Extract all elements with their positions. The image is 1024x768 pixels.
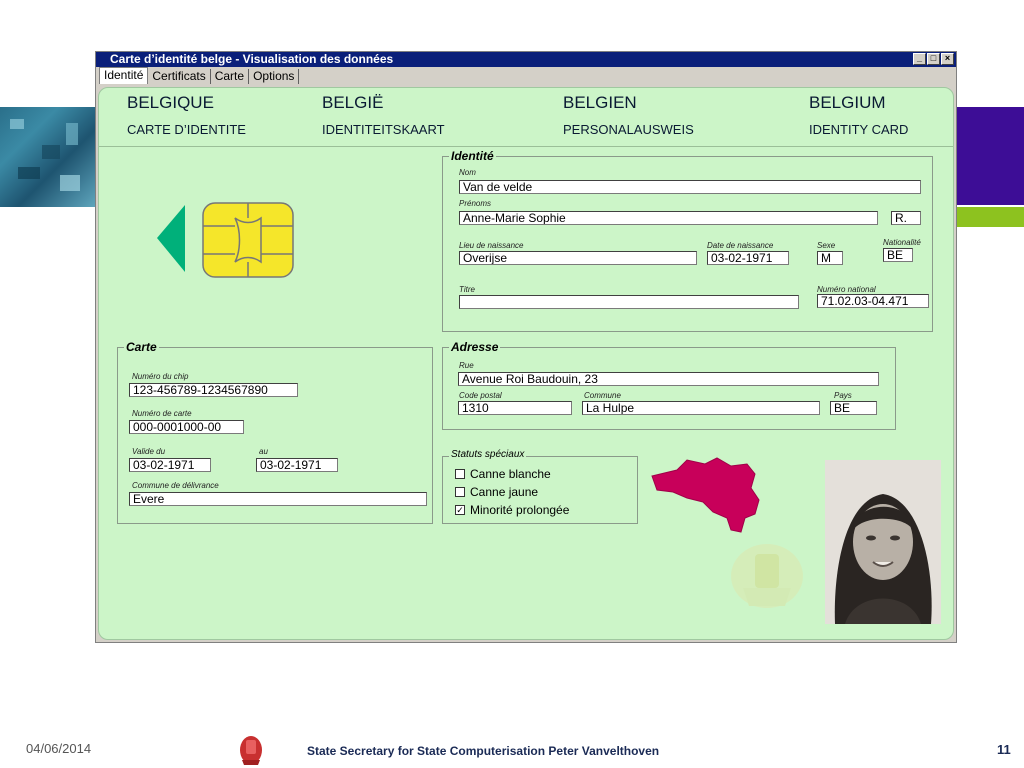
tab-certificats[interactable]: Certificats xyxy=(148,69,211,84)
tab-carte[interactable]: Carte xyxy=(211,69,250,84)
card-title-fr: CARTE D’IDENTITE xyxy=(127,122,246,137)
commune-delivrance-field[interactable]: Evere xyxy=(129,492,427,506)
chip-field[interactable]: 123-456789-1234567890 xyxy=(129,383,298,397)
numero-national-label: Numéro national xyxy=(817,285,876,294)
prenoms-field[interactable]: Anne-Marie Sophie xyxy=(459,211,878,225)
nom-label: Nom xyxy=(459,168,476,177)
valide-du-field[interactable]: 03-02-1971 xyxy=(129,458,211,472)
belgium-map-icon xyxy=(651,457,803,608)
chip-label: Numéro du chip xyxy=(132,372,189,381)
canne-blanche-label: Canne blanche xyxy=(470,467,551,481)
card-title-de: PERSONALAUSWEIS xyxy=(563,122,694,137)
pays-label: Pays xyxy=(834,391,852,400)
code-postal-label: Code postal xyxy=(459,391,502,400)
maximize-button[interactable]: □ xyxy=(927,53,940,65)
numero-carte-field[interactable]: 000-0001000-00 xyxy=(129,420,244,434)
card-title-en: IDENTITY CARD xyxy=(809,122,909,137)
canne-jaune-label: Canne jaune xyxy=(470,485,539,499)
commune-delivrance-label: Commune de délivrance xyxy=(132,481,219,490)
canne-blanche-option[interactable]: Canne blanche xyxy=(455,467,551,481)
canne-jaune-checkbox[interactable] xyxy=(455,487,465,497)
country-en: BELGIUM xyxy=(809,93,886,112)
identite-legend: Identité xyxy=(449,149,496,163)
au-label: au xyxy=(259,447,268,456)
code-postal-field[interactable]: 1310 xyxy=(458,401,572,415)
arrow-left-icon xyxy=(157,205,185,272)
belgian-crest-icon xyxy=(240,736,262,765)
page-number: 11 xyxy=(997,742,1011,757)
titre-label: Titre xyxy=(459,285,475,294)
country-nl: BELGIË xyxy=(322,93,384,112)
close-button[interactable]: × xyxy=(941,53,954,65)
nationalite-label: Nationalité xyxy=(883,238,921,247)
id-photo xyxy=(825,460,941,624)
country-fr: BELGIQUE xyxy=(127,93,214,112)
date-label: Date de naissance xyxy=(707,241,774,250)
carte-legend: Carte xyxy=(124,340,159,354)
rue-label: Rue xyxy=(459,361,474,370)
pays-field[interactable]: BE xyxy=(830,401,877,415)
country-de: BELGIEN xyxy=(563,93,637,112)
carte-group: Carte Numéro du chip 123-456789-12345678… xyxy=(117,340,433,524)
nationalite-field[interactable]: BE xyxy=(883,248,913,262)
card-title-nl: IDENTITEITSKAART xyxy=(322,122,445,137)
nom-field[interactable]: Van de velde xyxy=(459,180,921,194)
sexe-label: Sexe xyxy=(817,241,836,250)
tab-options[interactable]: Options xyxy=(249,69,300,84)
canne-jaune-option[interactable]: Canne jaune xyxy=(455,485,538,499)
footer-date: 04/06/2014 xyxy=(26,741,92,756)
decorative-purple-block xyxy=(957,107,1024,205)
lieu-label: Lieu de naissance xyxy=(459,241,524,250)
adresse-legend: Adresse xyxy=(449,340,501,354)
chip-icon xyxy=(157,202,294,278)
tab-bar: Identité Certificats Carte Options xyxy=(96,67,956,84)
valide-du-label: Valide du xyxy=(132,447,166,456)
prenoms-label: Prénoms xyxy=(459,199,492,208)
id-card-panel: BELGIQUE CARTE D’IDENTITE BELGIË IDENTIT… xyxy=(98,87,954,640)
minorite-prolongee-checkbox[interactable]: ✓ xyxy=(455,505,465,515)
decorative-chip-photo xyxy=(0,107,96,207)
canne-blanche-checkbox[interactable] xyxy=(455,469,465,479)
initiale-field[interactable]: R. xyxy=(891,211,921,225)
adresse-group: Adresse Rue Avenue Roi Baudouin, 23 Code… xyxy=(442,340,896,430)
minorite-prolongee-label: Minorité prolongée xyxy=(470,503,570,517)
sexe-field[interactable]: M xyxy=(817,251,843,265)
title-bar: Carte d’identité belge - Visualisation d… xyxy=(96,52,956,67)
minimize-button[interactable]: _ xyxy=(913,53,926,65)
numero-carte-label: Numéro de carte xyxy=(132,409,192,418)
identite-group: Identité Nom Van de velde Prénoms Anne-M… xyxy=(442,149,933,332)
app-window: Carte d’identité belge - Visualisation d… xyxy=(95,51,957,643)
decorative-green-bar xyxy=(957,207,1024,227)
commune-field[interactable]: La Hulpe xyxy=(582,401,820,415)
header-divider xyxy=(99,146,953,147)
date-field[interactable]: 03-02-1971 xyxy=(707,251,789,265)
au-field[interactable]: 03-02-1971 xyxy=(256,458,338,472)
rue-field[interactable]: Avenue Roi Baudouin, 23 xyxy=(458,372,879,386)
titre-field[interactable] xyxy=(459,295,799,309)
numero-national-field[interactable]: 71.02.03-04.471 xyxy=(817,294,929,308)
statuts-group: Statuts spéciaux Canne blanche Canne jau… xyxy=(442,449,638,524)
coat-of-arms-icon xyxy=(731,544,803,608)
footer-text: State Secretary for State Computerisatio… xyxy=(307,744,660,758)
window-title: Carte d’identité belge - Visualisation d… xyxy=(110,52,394,66)
lieu-field[interactable]: Overijse xyxy=(459,251,697,265)
statuts-legend: Statuts spéciaux xyxy=(449,449,527,460)
minorite-prolongee-option[interactable]: ✓ Minorité prolongée xyxy=(455,503,569,517)
tab-identite[interactable]: Identité xyxy=(99,67,149,84)
commune-label: Commune xyxy=(584,391,621,400)
